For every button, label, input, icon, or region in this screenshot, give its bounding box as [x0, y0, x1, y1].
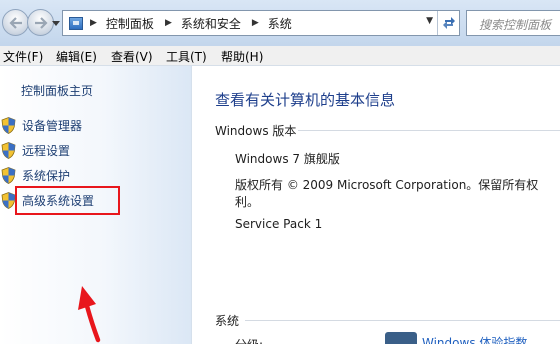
- forward-button[interactable]: [27, 9, 54, 36]
- service-pack-value: Service Pack 1: [235, 217, 323, 231]
- menu-bar: 文件(F) 编辑(E) 查看(V) 工具(T) 帮助(H): [0, 46, 560, 66]
- page-title: 查看有关计算机的基本信息: [215, 91, 396, 109]
- control-panel-home-link[interactable]: 控制面板主页: [21, 82, 93, 99]
- uac-shield-icon: [1, 116, 16, 134]
- address-bar[interactable]: ▶ 控制面板 ▶ 系统和安全 ▶ 系统 ▼: [62, 10, 460, 36]
- section-divider: [245, 320, 560, 321]
- red-arrow-annotation: [78, 286, 101, 343]
- copyright-text-continued: 利。: [235, 195, 260, 209]
- chevron-right-icon[interactable]: ▶: [165, 18, 172, 28]
- menu-file[interactable]: 文件(F): [3, 48, 43, 65]
- control-panel-icon: [69, 16, 83, 30]
- search-input[interactable]: 搜索控制面板: [466, 10, 560, 36]
- edition-value: Windows 7 旗舰版: [235, 152, 340, 166]
- sidebar-item-label: 设备管理器: [22, 118, 83, 133]
- back-arrow-icon: [8, 16, 22, 29]
- breadcrumb-system-security[interactable]: 系统和安全: [181, 15, 241, 32]
- windows-edition-heading: Windows 版本: [215, 124, 297, 138]
- remote-settings-link[interactable]: 远程设置: [0, 140, 70, 160]
- chevron-right-icon[interactable]: ▶: [90, 18, 97, 28]
- sidebar-item-label: 远程设置: [22, 143, 71, 158]
- device-manager-link[interactable]: 设备管理器: [0, 115, 82, 135]
- refresh-button[interactable]: [437, 11, 459, 35]
- refresh-icon: [442, 17, 455, 29]
- forward-arrow-icon: [34, 16, 48, 29]
- left-nav-pane: 控制面板主页 设备管理器 远程设置 系统保护 高级系统设置: [0, 66, 192, 344]
- menu-edit[interactable]: 编辑(E): [56, 48, 97, 65]
- system-protection-link[interactable]: 系统保护: [0, 165, 70, 185]
- menu-help[interactable]: 帮助(H): [221, 48, 263, 65]
- uac-shield-icon: [1, 141, 16, 159]
- chevron-right-icon[interactable]: ▶: [252, 18, 259, 28]
- back-button[interactable]: [2, 9, 29, 36]
- experience-index-badge: [385, 332, 417, 344]
- main-content: 查看有关计算机的基本信息 Windows 版本 Windows 7 旗舰版 版权…: [192, 66, 560, 344]
- system-heading: 系统: [215, 314, 240, 328]
- menu-tools[interactable]: 工具(T): [166, 48, 207, 65]
- breadcrumb-system[interactable]: 系统: [268, 15, 292, 32]
- section-divider: [298, 130, 560, 131]
- chevron-down-icon[interactable]: ▼: [426, 16, 433, 26]
- experience-index-link[interactable]: Windows 体验指数: [422, 334, 527, 344]
- rating-label: 分级:: [235, 336, 263, 344]
- highlight-box: [15, 186, 120, 215]
- copyright-text: 版权所有 © 2009 Microsoft Corporation。保留所有权: [235, 178, 539, 192]
- address-toolbar: ▶ 控制面板 ▶ 系统和安全 ▶ 系统 ▼ 搜索控制面板: [0, 0, 560, 46]
- breadcrumb-control-panel[interactable]: 控制面板: [106, 15, 154, 32]
- uac-shield-icon: [1, 166, 16, 184]
- sidebar-item-label: 系统保护: [22, 168, 71, 183]
- uac-shield-icon: [1, 191, 16, 209]
- menu-view[interactable]: 查看(V): [111, 48, 153, 65]
- recent-pages-icon[interactable]: [52, 19, 60, 27]
